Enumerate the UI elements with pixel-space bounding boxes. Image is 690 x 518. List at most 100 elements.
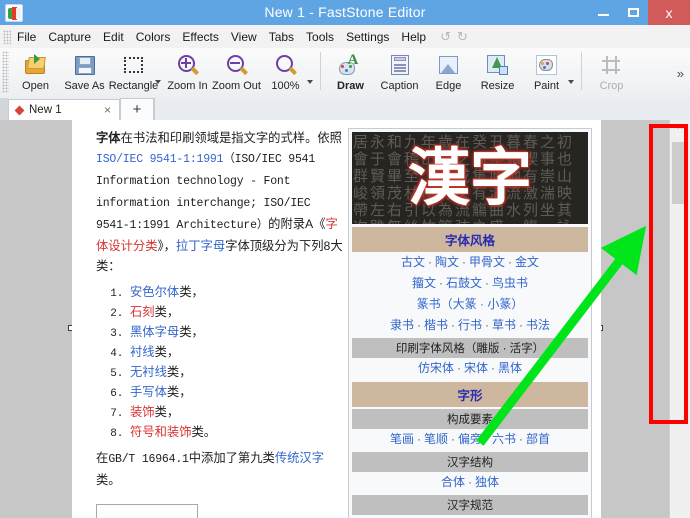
list-item-link[interactable]: 石刻 — [130, 305, 155, 319]
toolbar-separator — [320, 52, 321, 90]
infobox-link[interactable]: 偏旁 — [458, 432, 482, 446]
infobox-link[interactable]: 合体 — [441, 475, 465, 489]
draw-button[interactable]: A Draw — [326, 49, 375, 97]
list-item-tail: 类， — [179, 285, 204, 299]
draw-button-label: Draw — [337, 80, 364, 92]
menu-item-edit[interactable]: Edit — [97, 28, 130, 46]
rectangle-button[interactable]: Rectangle — [109, 49, 158, 97]
article-spec-link[interactable]: ISO/IEC 9541-1:1991 — [96, 153, 223, 166]
infobox-link[interactable]: 笔顺 — [424, 432, 448, 446]
list-item-link[interactable]: 符号和装饰 — [130, 425, 192, 439]
infobox-link[interactable]: 楷书 — [424, 318, 448, 332]
resize-button[interactable]: Resize — [473, 49, 522, 97]
infobox-separator: · — [482, 432, 492, 446]
infobox-row-zhuanshu[interactable]: 篆书（大篆 · 小篆） — [352, 294, 588, 315]
magnifier-plus-icon — [175, 53, 201, 78]
infobox-link[interactable]: 六书 — [492, 432, 516, 446]
article-after-red: 》， — [158, 239, 176, 253]
infobox-separator: · — [414, 318, 424, 332]
menu-item-view[interactable]: View — [225, 28, 263, 46]
new-tab-button[interactable]: + — [120, 98, 154, 120]
edge-button-label: Edge — [436, 80, 462, 92]
infobox-separator: · — [448, 432, 458, 446]
infobox-link[interactable]: 籀文 — [412, 276, 436, 290]
article-lead-rest: 在书法和印刷领域是指文字的式样。 — [121, 131, 318, 145]
menu-item-file[interactable]: File — [11, 28, 42, 46]
article-latin-link[interactable]: 拉丁字母 — [176, 239, 225, 253]
open-folder-icon — [23, 53, 49, 78]
article-text: 字体在书法和印刷领域是指文字的式样。依照ISO/IEC 9541-1:1991（… — [96, 128, 344, 496]
infobox-link[interactable]: 隶书 — [390, 318, 414, 332]
article-paragraph-2: 在GB/T 16964.1中添加了第九类传统汉字类。 — [96, 448, 344, 490]
article-p1-prefix: 依照 — [317, 131, 342, 145]
menu-item-effects[interactable]: Effects — [176, 28, 224, 46]
infobox-link[interactable]: 行书 — [458, 318, 482, 332]
menu-item-settings[interactable]: Settings — [340, 28, 395, 46]
toolbar-grip-handle[interactable] — [2, 51, 9, 93]
infobox-link[interactable]: 石鼓文 — [446, 276, 482, 290]
infobox-link[interactable]: 金文 — [515, 255, 539, 269]
toolbar-overflow-icon[interactable]: » — [677, 66, 684, 81]
list-item-link[interactable]: 黑体字母 — [130, 325, 179, 339]
infobox-link[interactable]: 笔画 — [390, 432, 414, 446]
article-traditional-link[interactable]: 传统汉字 — [275, 451, 324, 465]
tab-new-1[interactable]: New 1 × — [8, 99, 120, 120]
editor-canvas-area: 字体在书法和印刷领域是指文字的式样。依照ISO/IEC 9541-1:1991（… — [0, 120, 690, 518]
menu-grip-handle[interactable] — [3, 30, 11, 44]
infobox-link[interactable]: 部首 — [526, 432, 550, 446]
infobox-link[interactable]: 鸟虫书 — [492, 276, 528, 290]
infobox-link[interactable]: 仿宋体 — [418, 361, 454, 375]
infobox-separator: · — [459, 255, 469, 269]
crop-button-label: Crop — [600, 80, 624, 92]
document-page[interactable]: 字体在书法和印刷领域是指文字的式样。依照ISO/IEC 9541-1:1991（… — [72, 120, 601, 518]
undo-icon[interactable]: ↺ — [440, 29, 451, 45]
list-item-link[interactable]: 衬线 — [130, 345, 155, 359]
rectangle-button-label: Rectangle — [109, 80, 159, 92]
zoom-100-button[interactable]: 100% — [261, 49, 310, 97]
list-item-link[interactable]: 无衬线 — [130, 365, 167, 379]
menu-item-tools[interactable]: Tools — [300, 28, 340, 46]
menu-item-tabs[interactable]: Tabs — [263, 28, 300, 46]
tab-close-icon[interactable]: × — [100, 103, 115, 117]
resize-button-label: Resize — [481, 80, 515, 92]
infobox-link[interactable]: 陶文 — [435, 255, 459, 269]
infobox-link[interactable]: 古文 — [401, 255, 425, 269]
menu-item-capture[interactable]: Capture — [42, 28, 97, 46]
infobox-separator: · — [482, 318, 492, 332]
infobox-separator: · — [414, 432, 424, 446]
infobox-link[interactable]: 独体 — [475, 475, 499, 489]
infobox-link[interactable]: 草书 — [492, 318, 516, 332]
rectangle-dropdown-caret-icon[interactable] — [155, 80, 161, 84]
menu-item-help[interactable]: Help — [395, 28, 432, 46]
infobox-header-glyph-form: 字形 — [352, 382, 588, 407]
redo-icon[interactable]: ↻ — [457, 29, 468, 45]
close-button[interactable]: x — [648, 0, 690, 25]
zoom-dropdown-caret-icon[interactable] — [307, 80, 313, 84]
infobox-link[interactable]: 宋体 — [464, 361, 488, 375]
menu-item-colors[interactable]: Colors — [130, 28, 177, 46]
maximize-button[interactable] — [618, 0, 648, 25]
crop-button: Crop — [587, 49, 636, 97]
window-controls: x — [588, 0, 690, 25]
infobox-link[interactable]: 书法 — [526, 318, 550, 332]
zoom-100-button-label: 100% — [271, 80, 299, 92]
zoom-in-button[interactable]: Zoom In — [163, 49, 212, 97]
save-as-button[interactable]: Save As — [60, 49, 109, 97]
list-item: 符号和装饰类。 — [130, 422, 344, 442]
paint-button[interactable]: Paint — [522, 49, 571, 97]
zoom-out-button[interactable]: Zoom Out — [212, 49, 261, 97]
edge-button[interactable]: Edge — [424, 49, 473, 97]
infobox-link[interactable]: 甲骨文 — [469, 255, 505, 269]
infobox-link[interactable]: 黑体 — [498, 361, 522, 375]
open-button[interactable]: Open — [11, 49, 60, 97]
list-item-tail: 类， — [167, 385, 192, 399]
list-item-link[interactable]: 手写体 — [130, 385, 167, 399]
list-item-link[interactable]: 装饰 — [130, 405, 155, 419]
edit-section-box[interactable] — [96, 504, 198, 518]
paint-dropdown-caret-icon[interactable] — [568, 80, 574, 84]
infobox-separator: · — [448, 318, 458, 332]
list-item-link[interactable]: 安色尔体 — [130, 285, 179, 299]
minimize-button[interactable] — [588, 0, 618, 25]
list-item-tail: 类， — [167, 365, 192, 379]
caption-button[interactable]: Caption — [375, 49, 424, 97]
